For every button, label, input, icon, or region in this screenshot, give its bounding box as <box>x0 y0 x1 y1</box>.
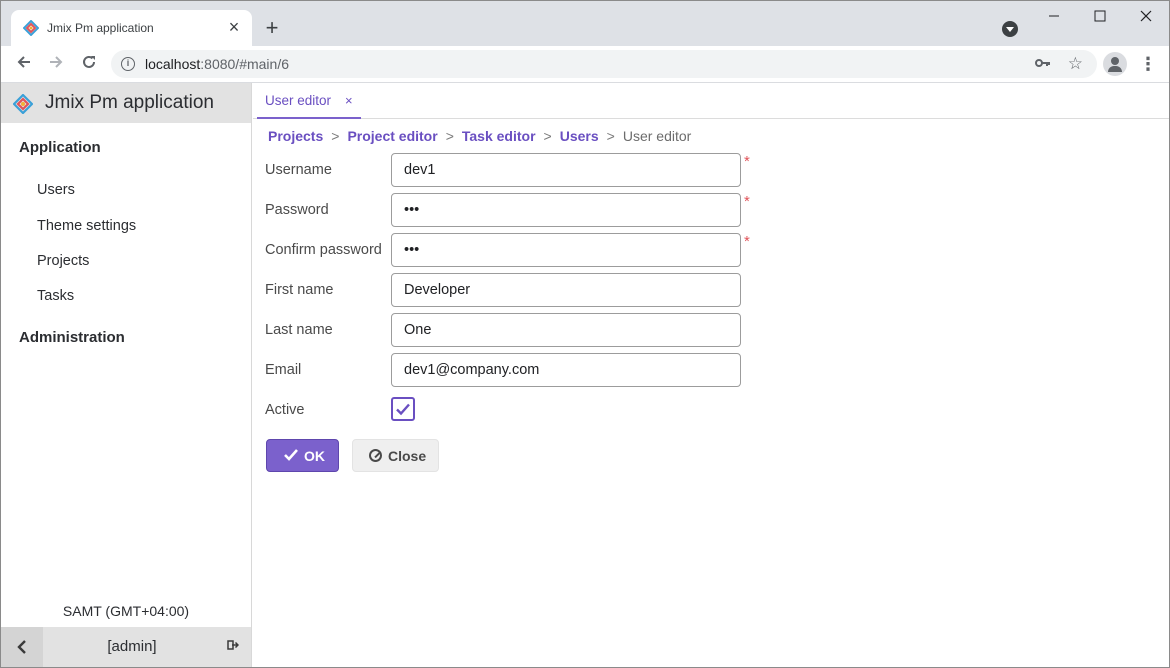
collapse-menu-button[interactable] <box>1 627 43 667</box>
breadcrumb-current: User editor <box>622 128 692 144</box>
browser-toolbar: i localhost:8080/#main/6 ☆ ⋮ <box>1 46 1169 83</box>
breadcrumb-project-editor[interactable]: Project editor <box>347 128 437 144</box>
breadcrumb-users[interactable]: Users <box>560 128 599 144</box>
first-name-field[interactable] <box>391 273 741 307</box>
close-button[interactable]: Close <box>352 439 439 472</box>
arrow-left-icon <box>17 56 30 68</box>
window-close-button[interactable] <box>1131 7 1161 29</box>
username-label: Username <box>265 162 332 178</box>
required-indicator: * <box>744 233 750 250</box>
jmix-app: Jmix Pm application Application Users Th… <box>1 83 1169 667</box>
chevron-left-icon <box>17 640 26 654</box>
app-header: Jmix Pm application <box>1 83 251 123</box>
tab-user-editor[interactable]: User editor × <box>257 83 361 119</box>
required-indicator: * <box>744 153 750 170</box>
more-menu-icon[interactable]: ⋮ <box>1139 53 1157 75</box>
tab-close-icon[interactable]: × <box>345 93 353 108</box>
ok-button[interactable]: OK <box>266 439 339 472</box>
last-name-label: Last name <box>265 322 333 338</box>
ok-button-label: OK <box>304 448 325 464</box>
breadcrumb-separator: > <box>543 128 552 144</box>
main-tabsheet: User editor × <box>253 83 1169 119</box>
minimize-button[interactable] <box>1039 7 1069 29</box>
breadcrumb: Projects > Project editor > Task editor > User… <box>268 128 691 144</box>
timezone-label: SAMT (GMT+04:00) <box>62 603 190 619</box>
maximize-icon <box>1094 10 1106 22</box>
menu-group-application[interactable]: Application <box>19 139 101 156</box>
menu-item-projects[interactable]: Projects <box>37 253 89 269</box>
last-name-field[interactable] <box>391 313 741 347</box>
menu-item-users[interactable]: Users <box>37 182 75 198</box>
breadcrumb-task-editor[interactable]: Task editor <box>462 128 536 144</box>
username-field[interactable] <box>391 153 741 187</box>
new-tab-button[interactable]: + <box>261 17 283 39</box>
current-user-label[interactable]: [admin] <box>43 638 221 655</box>
email-field[interactable] <box>391 353 741 387</box>
tab-search-icon[interactable] <box>1002 21 1018 37</box>
reload-icon <box>83 55 95 68</box>
key-icon[interactable] <box>1035 56 1051 73</box>
key-icon-glyph <box>1035 59 1050 67</box>
first-name-label: First name <box>265 282 334 298</box>
close-button-label: Close <box>388 448 427 464</box>
breadcrumb-projects[interactable]: Projects <box>268 128 323 144</box>
confirm-password-label: Confirm password <box>265 242 382 258</box>
jmix-logo-icon <box>23 20 39 36</box>
star-icon[interactable]: ☆ <box>1068 54 1083 74</box>
main-content: User editor × Projects > Project editor > Tas… <box>253 83 1169 667</box>
password-field[interactable] <box>391 193 741 227</box>
profile-avatar-icon[interactable] <box>1103 52 1127 76</box>
back-button[interactable] <box>13 53 35 75</box>
maximize-button[interactable] <box>1085 7 1115 29</box>
close-icon <box>1140 10 1152 22</box>
app-title: Jmix Pm application <box>45 92 214 113</box>
reload-button[interactable] <box>78 53 100 75</box>
menu-group-administration[interactable]: Administration <box>19 329 125 346</box>
confirm-password-field[interactable] <box>391 233 741 267</box>
sign-out-glyph <box>227 640 240 650</box>
browser-tab[interactable]: Jmix Pm application × <box>11 10 252 46</box>
menu-item-theme-settings[interactable]: Theme settings <box>37 218 136 234</box>
jmix-logo-icon <box>13 94 33 114</box>
breadcrumb-separator: > <box>445 128 454 144</box>
ban-icon <box>369 449 382 462</box>
breadcrumb-separator: > <box>606 128 615 144</box>
password-label: Password <box>265 202 329 218</box>
browser-tab-title: Jmix Pm application <box>47 21 154 35</box>
check-icon <box>284 449 298 461</box>
logout-icon[interactable] <box>227 639 240 654</box>
active-label: Active <box>265 402 305 418</box>
side-menu: Jmix Pm application Application Users Th… <box>1 83 252 667</box>
address-bar[interactable]: i localhost:8080/#main/6 ☆ <box>111 50 1097 78</box>
email-label: Email <box>265 362 302 378</box>
tab-label: User editor <box>265 93 332 108</box>
arrow-right-icon <box>50 56 63 68</box>
url-text[interactable]: localhost:8080/#main/6 <box>145 56 289 72</box>
breadcrumb-separator: > <box>331 128 340 144</box>
menu-item-tasks[interactable]: Tasks <box>37 288 74 304</box>
browser-window: Jmix Pm application × + i localhost:8080… <box>0 0 1170 668</box>
close-icon[interactable]: × <box>224 17 244 37</box>
active-checkbox[interactable] <box>391 397 415 421</box>
minimize-icon <box>1049 15 1059 17</box>
side-menu-footer: [admin] <box>1 627 251 667</box>
forward-button[interactable] <box>45 53 67 75</box>
info-icon[interactable]: i <box>121 57 135 71</box>
required-indicator: * <box>744 193 750 210</box>
browser-tabstrip: Jmix Pm application × + <box>1 1 1169 46</box>
checkmark-icon <box>396 403 410 416</box>
